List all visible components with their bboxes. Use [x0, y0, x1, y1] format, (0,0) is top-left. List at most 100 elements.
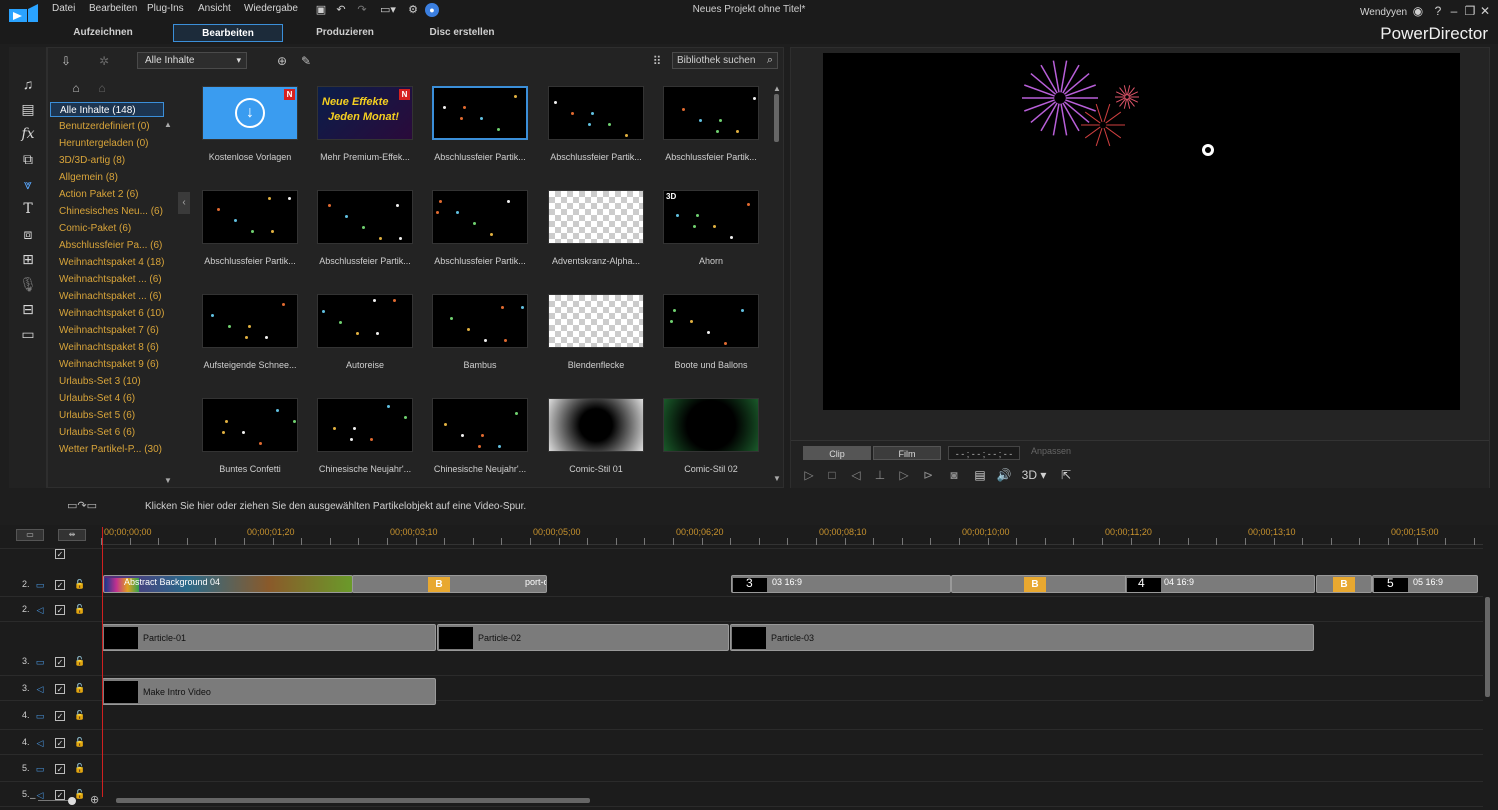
track-enable-checkbox[interactable]: ✓	[55, 657, 65, 667]
category-item[interactable]: Weihnachtspaket 4 (18)	[50, 255, 164, 270]
next-frame-icon[interactable]: ▷	[896, 467, 912, 483]
library-thumbnail[interactable]: ↓ N	[202, 86, 298, 140]
particle-room-icon[interactable]: ⩔	[18, 174, 38, 194]
timeline-vertical-scrollbar[interactable]	[1484, 545, 1492, 795]
user-avatar-icon[interactable]: ◉	[1411, 4, 1425, 18]
close-icon[interactable]: ✕	[1478, 4, 1492, 18]
timeline-clip[interactable]: 05 16:9 5	[1372, 575, 1478, 593]
settings-gear-icon[interactable]: ⚙	[406, 3, 420, 17]
film-mode-button[interactable]: Film	[873, 446, 941, 460]
chapter-room-icon[interactable]: ⊟	[18, 299, 38, 319]
scroll-thumb[interactable]	[116, 798, 590, 803]
timeline-clip[interactable]: B	[951, 575, 1137, 593]
library-thumbnail[interactable]	[548, 86, 644, 140]
library-thumbnail[interactable]	[548, 294, 644, 348]
fit-dropdown[interactable]: Anpassen	[1031, 446, 1071, 456]
category-item[interactable]: Wetter Partikel-P... (30)	[50, 442, 164, 457]
library-scrollbar[interactable]: ▲ ▼	[773, 84, 781, 484]
storyboard-view-button[interactable]: ▭	[16, 529, 44, 541]
category-item[interactable]: Weihnachtspaket 7 (6)	[50, 323, 164, 338]
help-icon[interactable]: ?	[1431, 4, 1445, 18]
stop-icon[interactable]: □	[824, 467, 840, 483]
library-thumbnail[interactable]	[317, 190, 413, 244]
category-item[interactable]: Urlaubs-Set 5 (6)	[50, 408, 164, 423]
menu-plugins[interactable]: Plug-Ins	[147, 3, 184, 14]
category-item[interactable]: Action Paket 2 (6)	[50, 187, 164, 202]
timeline-zoom-slider[interactable]: – ⊕	[30, 793, 100, 806]
subtitle-toggle-icon[interactable]: ▤	[972, 467, 988, 483]
track-enable-checkbox[interactable]: ✓	[55, 711, 65, 721]
track-enable-checkbox[interactable]: ✓	[55, 605, 65, 615]
menu-datei[interactable]: Datei	[52, 3, 75, 14]
lock-icon[interactable]: 🔓	[74, 710, 85, 721]
library-thumbnail[interactable]: 3D	[663, 190, 759, 244]
timeline-clip[interactable]: Particle-03	[730, 624, 1314, 651]
media-room-icon[interactable]: ♫	[18, 74, 38, 94]
track-enable-checkbox[interactable]: ✓	[55, 764, 65, 774]
scroll-down-icon[interactable]: ▼	[773, 474, 781, 483]
scroll-thumb[interactable]	[1485, 597, 1490, 697]
tab-produzieren[interactable]: Produzieren	[304, 24, 386, 42]
lock-icon[interactable]: 🔓	[74, 656, 85, 667]
library-thumbnail[interactable]	[432, 86, 528, 140]
tab-bearbeiten[interactable]: Bearbeiten	[173, 24, 283, 42]
voiceover-icon[interactable]: 🎙	[18, 274, 38, 294]
library-thumbnail[interactable]: Neue Effekte Jeden Monat! N	[317, 86, 413, 140]
lock-icon[interactable]: 🔓	[74, 737, 85, 748]
timeline-clip[interactable]: B	[1316, 575, 1372, 593]
timecode-field[interactable]: - - ; - - ; - - ; - -	[948, 446, 1020, 460]
zoom-out-icon[interactable]: –	[30, 793, 36, 804]
category-item[interactable]: Weihnachtspaket 9 (6)	[50, 357, 164, 372]
library-thumbnail[interactable]	[202, 294, 298, 348]
import-icon[interactable]: ⇩	[58, 53, 74, 69]
timeline-mode-icon[interactable]: ▭↷▭	[67, 499, 97, 512]
edit-icon[interactable]: ✎	[298, 53, 314, 69]
search-icon[interactable]: ⌕	[767, 53, 773, 68]
save-icon[interactable]: ▣	[314, 3, 328, 17]
category-item[interactable]: Urlaubs-Set 6 (6)	[50, 425, 164, 440]
restore-icon[interactable]: ❐	[1463, 4, 1477, 18]
category-item[interactable]: Alle Inhalte (148)	[50, 102, 164, 117]
category-item[interactable]: Weihnachtspaket 6 (10)	[50, 306, 164, 321]
fit-timeline-button[interactable]: ⇹	[58, 529, 86, 541]
category-item[interactable]: 3D/3D-artig (8)	[50, 153, 164, 168]
timeline-clip[interactable]: Particle-01	[102, 624, 436, 651]
title-room-icon[interactable]: T	[18, 199, 38, 219]
timeline-clip[interactable]: Particle-02	[437, 624, 729, 651]
category-item[interactable]: Urlaubs-Set 4 (6)	[50, 391, 164, 406]
menu-ansicht[interactable]: Ansicht	[198, 3, 231, 14]
clip-mode-button[interactable]: Clip	[803, 446, 871, 460]
library-thumbnail[interactable]	[663, 398, 759, 452]
zoom-in-icon[interactable]: ⊕	[90, 793, 99, 806]
play-icon[interactable]: ▷	[801, 467, 817, 483]
menu-wiedergabe[interactable]: Wiedergabe	[244, 3, 298, 14]
track-enable-checkbox[interactable]: ✓	[55, 580, 65, 590]
library-search-input[interactable]: Bibliothek suchen ⌕	[672, 52, 778, 69]
menu-bearbeiten[interactable]: Bearbeiten	[89, 3, 137, 14]
track-enable-checkbox[interactable]: ✓	[55, 684, 65, 694]
timeline-ruler[interactable]: 00;00;00;00 00;00;01;20 00;00;03;10 00;00;0…	[101, 525, 1483, 545]
category-item[interactable]: Weihnachtspaket 8 (6)	[50, 340, 164, 355]
volume-icon[interactable]: 🔊	[996, 467, 1012, 483]
category-item[interactable]: Weihnachtspaket ... (6)	[50, 272, 164, 287]
designer-icon[interactable]: ✲	[96, 53, 112, 69]
category-scrollbar[interactable]: ▲ ▼	[164, 120, 172, 488]
fast-forward-icon[interactable]: ⊳	[920, 467, 936, 483]
template-room-icon[interactable]: ▤	[18, 99, 38, 119]
snapshot-icon[interactable]: ◙	[946, 467, 962, 483]
library-thumbnail[interactable]	[663, 86, 759, 140]
undock-preview-icon[interactable]: ⇱	[1058, 467, 1074, 483]
lock-icon[interactable]: 🔓	[74, 604, 85, 615]
aspect-ratio-icon[interactable]: ▭▾	[378, 3, 398, 17]
all-tracks-checkbox[interactable]: ✓	[55, 549, 65, 559]
category-item[interactable]: Abschlussfeier Pa... (6)	[50, 238, 164, 253]
track-enable-checkbox[interactable]: ✓	[55, 738, 65, 748]
library-thumbnail[interactable]	[548, 190, 644, 244]
minimize-icon[interactable]: –	[1447, 4, 1461, 18]
fx-room-icon[interactable]: fx	[18, 124, 38, 144]
scroll-down-icon[interactable]: ▼	[164, 476, 172, 485]
preview-screen[interactable]	[823, 53, 1460, 410]
library-thumbnail[interactable]	[317, 294, 413, 348]
library-thumbnail[interactable]	[432, 294, 528, 348]
category-item[interactable]: Weihnachtspaket ... (6)	[50, 289, 164, 304]
